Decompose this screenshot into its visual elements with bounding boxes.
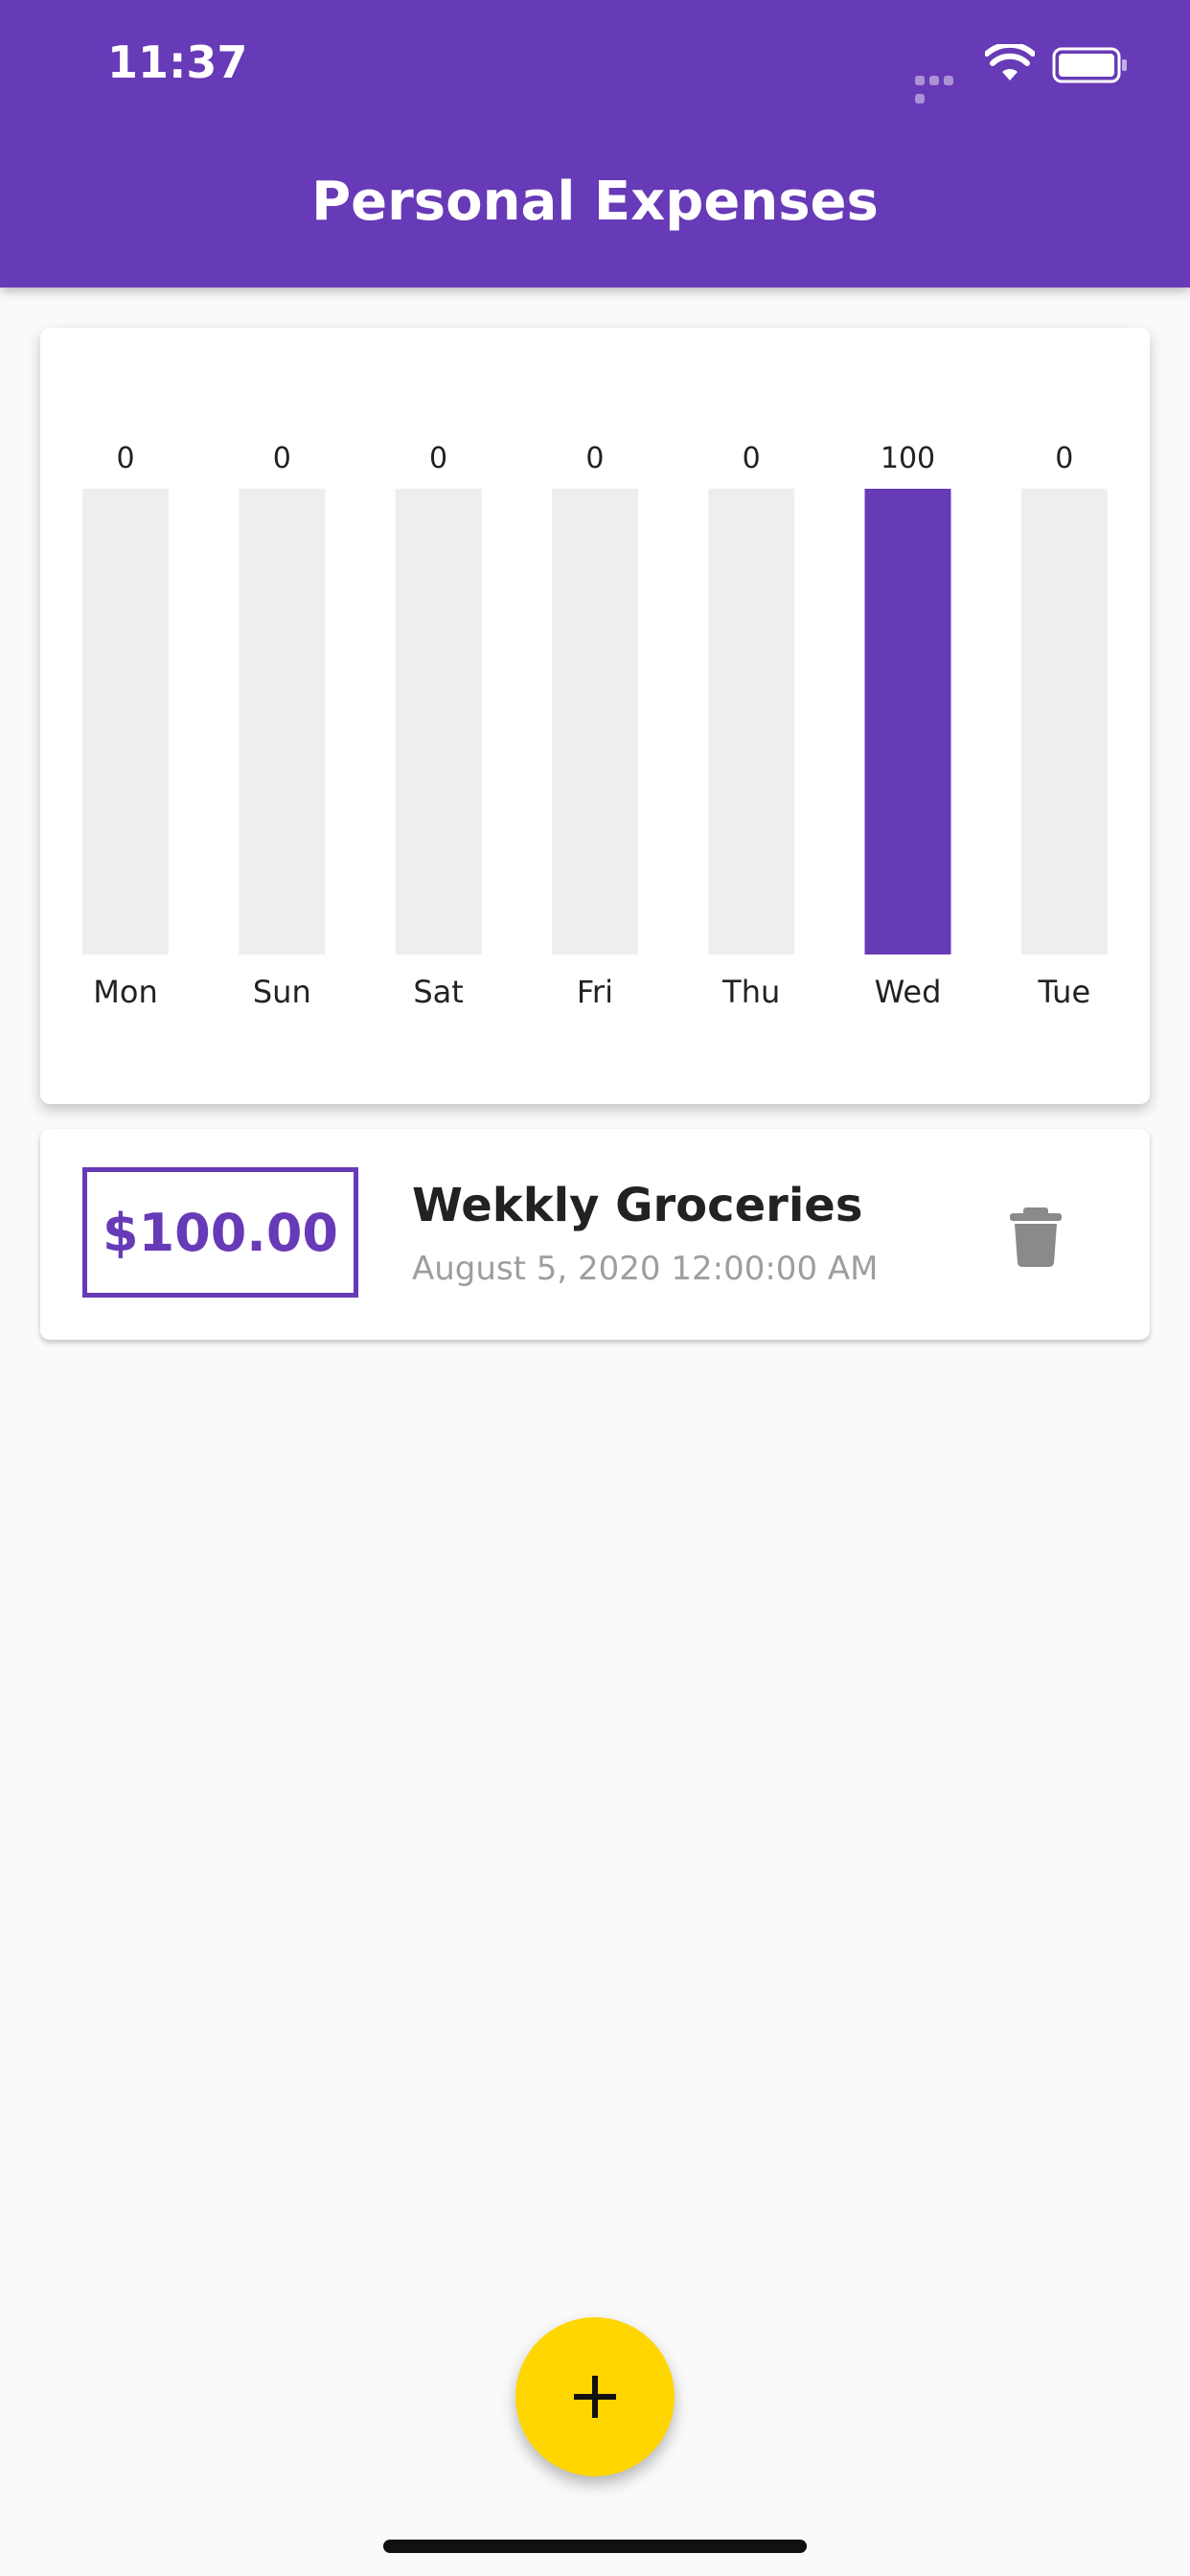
bar-track (1020, 489, 1108, 954)
bar-value-label: 100 (881, 442, 935, 475)
bar-category-label: Mon (93, 974, 157, 1010)
page-title: Personal Expenses (311, 171, 879, 233)
battery-icon (1052, 47, 1127, 83)
plus-icon (574, 2376, 616, 2418)
bar-track (395, 489, 482, 954)
bar-track (708, 489, 795, 954)
signal-icon (915, 71, 971, 104)
bar-track (551, 489, 638, 954)
bar-category-label: Tue (1037, 974, 1090, 1010)
bar-value-label: 0 (585, 442, 604, 475)
bar-category-label: Thu (721, 974, 780, 1010)
transaction-date: August 5, 2020 12:00:00 AM (412, 1250, 879, 1288)
bar-track (239, 489, 326, 954)
bar-category-label: Sun (253, 974, 311, 1010)
bar-category-label: Sat (413, 974, 463, 1010)
transaction-title: Wekkly Groceries (412, 1179, 863, 1232)
chart-card: 0 Mon 0 Sun 0 Sat 0 Fri 0 Thu 100 Wed 0 Tue (40, 328, 1150, 1104)
weekly-bar-chart: 0 Mon 0 Sun 0 Sat 0 Fri 0 Thu 100 Wed 0 Tue (82, 442, 1108, 1010)
home-indicator (383, 2540, 807, 2553)
trash-icon[interactable] (1010, 1208, 1062, 1267)
bar-value-label: 0 (116, 442, 134, 475)
bar-value-label: 0 (743, 442, 761, 475)
amount-badge: $100.00 (82, 1167, 358, 1298)
bar-category-label: Wed (875, 974, 942, 1010)
transaction-card: $100.00 Wekkly Groceries August 5, 2020 … (40, 1129, 1150, 1340)
bar-value-label: 0 (429, 442, 447, 475)
status-time: 11:37 (107, 36, 248, 88)
bar-value-label: 0 (273, 442, 291, 475)
status-bar: 11:37 (0, 0, 1190, 134)
wifi-icon (985, 44, 1035, 80)
bar-fill (864, 489, 951, 954)
bar-value-label: 0 (1055, 442, 1073, 475)
bar-track (82, 489, 169, 954)
add-transaction-button[interactable] (515, 2317, 675, 2476)
bar-category-label: Fri (577, 974, 613, 1010)
